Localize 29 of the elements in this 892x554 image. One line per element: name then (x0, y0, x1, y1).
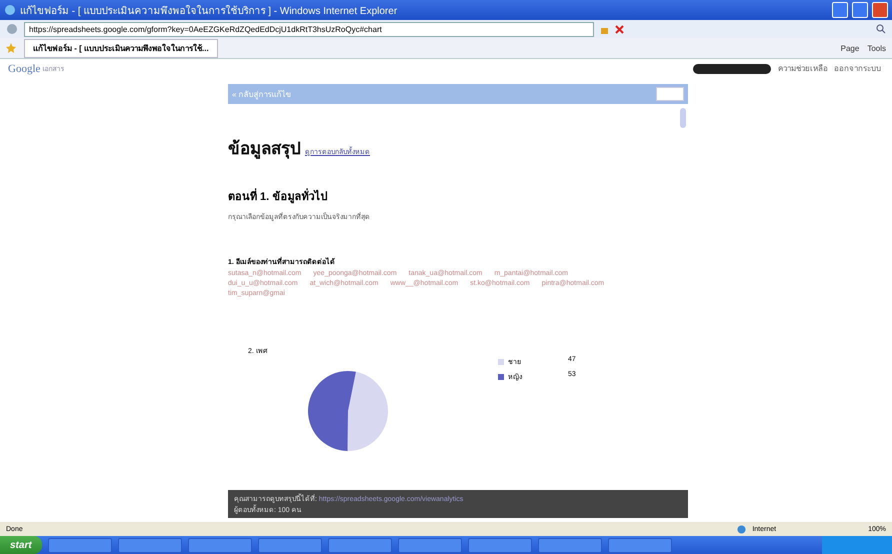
command-button[interactable]: Tools (867, 44, 886, 52)
taskbar-button[interactable] (608, 538, 672, 552)
maximize-button[interactable] (852, 2, 868, 18)
taskbar-button[interactable] (188, 538, 252, 552)
minimize-button[interactable] (832, 2, 848, 18)
logo[interactable]: Google (8, 62, 40, 74)
close-icon[interactable] (615, 24, 624, 34)
toolbar-button[interactable] (656, 87, 684, 101)
command-button[interactable]: Page (840, 44, 860, 52)
address-field[interactable]: https://spreadsheets.google.com/gform?key=0AeEZGKeRdZQedEdDcjU1dkRtT3hsUzRoQyc#chart (24, 22, 594, 36)
summary-title: ข้อมูลสรุป (228, 138, 301, 161)
section-title: ตอนที่ 1. ข้อมูลทั่วไป (228, 187, 688, 205)
taskbar-button[interactable] (48, 538, 112, 552)
browser-tab[interactable]: แก้ไขฟอร์ม - [ แบบประเมินความพึงพอใจในการใช้... (24, 38, 218, 58)
header-link[interactable]: ออกจากระบบ (834, 62, 881, 75)
globe-icon (737, 524, 746, 534)
header-link[interactable]: ความช่วยเหลือ (778, 62, 828, 75)
taskbar-button[interactable] (468, 538, 532, 552)
system-tray (822, 536, 892, 554)
star-icon[interactable] (6, 43, 16, 53)
scrollbar[interactable] (680, 108, 686, 128)
window-title: แก้ไขฟอร์ม - [ แบบประเมินความพึงพอใจในการใช้บริการ ] - Windows Internet Explorer (20, 4, 398, 18)
taskbar-button[interactable] (538, 538, 602, 552)
close-button[interactable] (872, 2, 888, 18)
taskbar-button[interactable] (118, 538, 182, 552)
taskbar-button[interactable] (328, 538, 392, 552)
taskbar-button[interactable] (258, 538, 322, 552)
search-icon[interactable] (876, 24, 886, 34)
taskbar-button[interactable] (398, 538, 462, 552)
